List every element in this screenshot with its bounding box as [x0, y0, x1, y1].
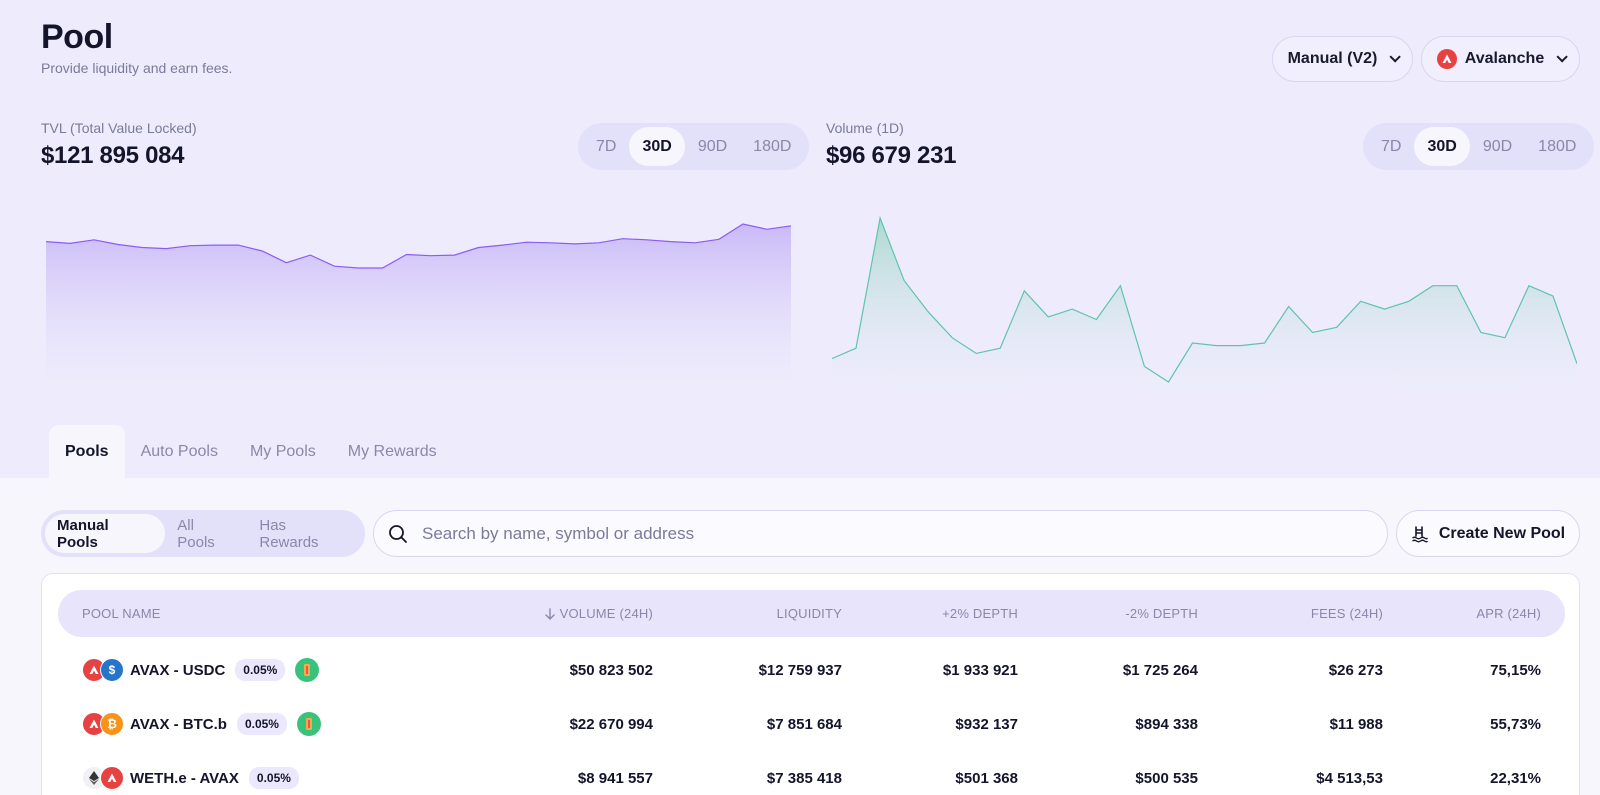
filter-has-rewards[interactable]: Has Rewards [247, 514, 361, 553]
liquidity-cell: $7 385 418 [766, 769, 842, 787]
pool-pair-name: AVAX - USDC [130, 661, 226, 679]
rewards-icon [295, 658, 320, 682]
fee-tier-badge: 0.05% [236, 713, 287, 735]
volume-range-selector: 7D 30D 90D 180D [1363, 123, 1595, 170]
tab-my-pools[interactable]: My Pools [234, 425, 332, 478]
token-pair-icons: ₿ [82, 712, 124, 736]
table-row[interactable]: WETH.e - AVAX 0.05% $8 941 557 $7 385 41… [58, 751, 1565, 795]
tvl-range-selector: 7D 30D 90D 180D [578, 123, 810, 170]
search-input[interactable] [422, 523, 1322, 544]
tvl-range-90d[interactable]: 90D [685, 127, 740, 166]
tab-my-rewards[interactable]: My Rewards [332, 425, 453, 478]
page-subtitle: Provide liquidity and earn fees. [41, 60, 233, 76]
depth-plus-cell: $501 368 [955, 769, 1018, 787]
chevron-down-icon [1556, 51, 1568, 63]
column-pool-name[interactable]: POOL NAME [82, 590, 161, 637]
volume-range-90d[interactable]: 90D [1470, 127, 1525, 166]
tab-pools[interactable]: Pools [49, 425, 125, 478]
volume-area-chart [832, 215, 1577, 396]
pool-pair: ₿ AVAX - BTC.b 0.05% [82, 697, 321, 751]
network-selector[interactable]: Avalanche [1421, 36, 1580, 82]
version-selector-label: Manual (V2) [1287, 50, 1378, 67]
network-selector-label: Avalanche [1464, 50, 1545, 67]
fee-tier-badge: 0.05% [248, 767, 299, 789]
column-liquidity[interactable]: LIQUIDITY [777, 590, 842, 637]
filter-all-pools[interactable]: All Pools [165, 514, 247, 553]
fees-cell: $11 988 [1329, 715, 1383, 733]
column-apr[interactable]: APR (24H) [1476, 590, 1541, 637]
volume-range-7d[interactable]: 7D [1368, 127, 1414, 166]
liquidity-cell: $7 851 684 [766, 715, 842, 733]
page-title: Pool [41, 18, 113, 56]
chevron-down-icon [1389, 51, 1402, 63]
liquidity-cell: $12 759 937 [758, 661, 842, 679]
bitcoin-token-icon: ₿ [100, 712, 124, 736]
tvl-range-180d[interactable]: 180D [740, 127, 804, 166]
apr-cell: 75,15% [1490, 661, 1541, 679]
depth-plus-cell: $932 137 [955, 715, 1018, 733]
volume-area-fill [832, 218, 1577, 396]
pool-pair: WETH.e - AVAX 0.05% [82, 751, 299, 795]
token-pair-icons [82, 766, 124, 790]
tvl-area-chart [46, 223, 791, 396]
depth-minus-cell: $894 338 [1135, 715, 1198, 733]
tvl-area-fill [46, 224, 791, 396]
pool-ladder-icon [1411, 525, 1428, 542]
column-depth-minus[interactable]: -2% DEPTH [1125, 590, 1198, 637]
avalanche-icon [1436, 49, 1457, 69]
pool-filter-group: Manual Pools All Pools Has Rewards [41, 510, 365, 557]
usdc-token-icon: $ [100, 658, 124, 682]
apr-cell: 22,31% [1490, 769, 1541, 787]
tvl-range-30d[interactable]: 30D [629, 127, 685, 166]
pool-pair-name: WETH.e - AVAX [130, 769, 239, 787]
depth-minus-cell: $500 535 [1135, 769, 1198, 787]
tvl-label: TVL (Total Value Locked) [41, 120, 197, 136]
volume-range-30d[interactable]: 30D [1414, 127, 1470, 166]
table-row[interactable]: $ AVAX - USDC 0.05% $50 823 502 $12 759 … [58, 643, 1565, 697]
volume-value: $96 679 231 [826, 142, 957, 169]
pool-tabs: Pools Auto Pools My Pools My Rewards [49, 425, 453, 478]
volume-cell: $50 823 502 [569, 661, 653, 679]
token-pair-icons: $ [82, 658, 124, 682]
search-icon [389, 524, 407, 543]
volume-cell: $8 941 557 [577, 769, 653, 787]
sort-down-arrow-icon [544, 607, 555, 620]
volume-range-180d[interactable]: 180D [1525, 127, 1589, 166]
tab-auto-pools[interactable]: Auto Pools [125, 425, 234, 478]
table-header: POOL NAME VOLUME (24H) LIQUIDITY +2% DEP… [58, 590, 1565, 637]
avax-token-icon [100, 766, 124, 790]
column-fees[interactable]: FEES (24H) [1311, 590, 1383, 637]
version-selector[interactable]: Manual (V2) [1272, 36, 1413, 82]
depth-plus-cell: $1 933 921 [942, 661, 1018, 679]
tvl-value: $121 895 084 [41, 142, 185, 169]
volume-cell: $22 670 994 [569, 715, 653, 733]
volume-label: Volume (1D) [826, 120, 904, 136]
pool-pair-name: AVAX - BTC.b [130, 715, 227, 733]
tvl-range-7d[interactable]: 7D [583, 127, 629, 166]
search-bar [373, 510, 1388, 557]
fees-cell: $4 513,53 [1316, 769, 1383, 787]
pools-table: POOL NAME VOLUME (24H) LIQUIDITY +2% DEP… [41, 573, 1580, 795]
table-row[interactable]: ₿ AVAX - BTC.b 0.05% $22 670 994 $7 851 … [58, 697, 1565, 751]
depth-minus-cell: $1 725 264 [1122, 661, 1198, 679]
pool-pair: $ AVAX - USDC 0.05% [82, 643, 320, 697]
fee-tier-badge: 0.05% [235, 659, 286, 681]
rewards-icon [296, 712, 321, 736]
column-volume[interactable]: VOLUME (24H) [544, 590, 653, 637]
create-new-pool-button[interactable]: Create New Pool [1396, 510, 1580, 557]
apr-cell: 55,73% [1490, 715, 1541, 733]
column-depth-plus[interactable]: +2% DEPTH [942, 590, 1018, 637]
fees-cell: $26 273 [1328, 661, 1383, 679]
create-new-pool-label: Create New Pool [1438, 524, 1566, 542]
filter-manual-pools[interactable]: Manual Pools [45, 514, 166, 553]
column-volume-label: VOLUME (24H) [559, 606, 653, 621]
